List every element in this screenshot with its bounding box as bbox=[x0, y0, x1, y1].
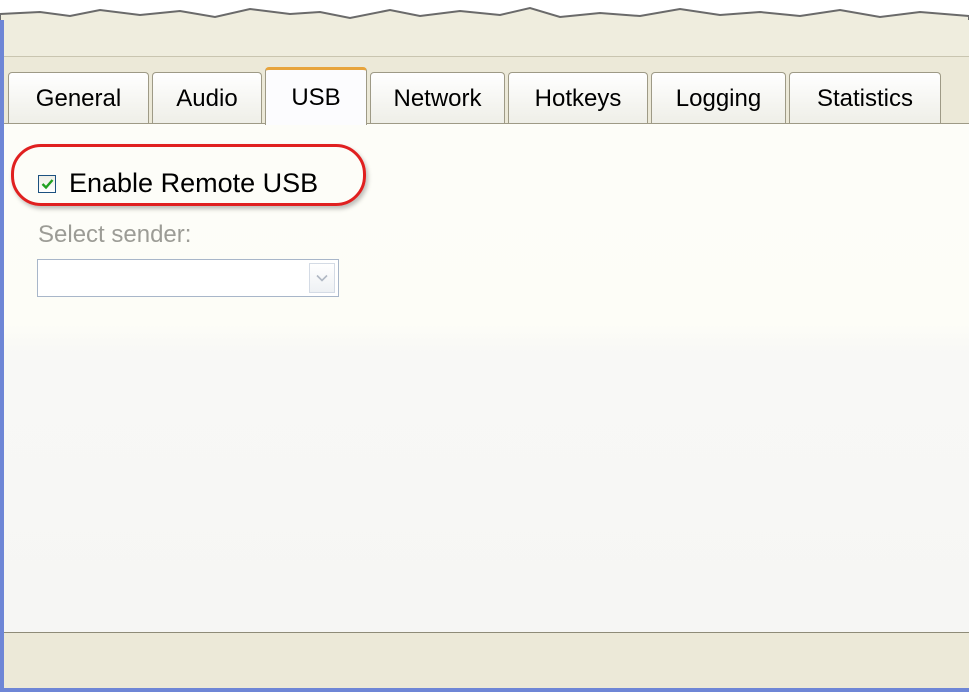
tab-general[interactable]: General bbox=[8, 72, 149, 124]
chevron-down-icon bbox=[316, 274, 328, 282]
sender-select[interactable] bbox=[37, 259, 339, 297]
screenshot-stage: General Audio USB Network Hotkeys Loggin… bbox=[0, 0, 969, 698]
check-icon bbox=[41, 178, 53, 189]
enable-remote-usb-row[interactable]: Enable Remote USB bbox=[38, 168, 318, 199]
window-top-strip bbox=[4, 20, 969, 57]
enable-remote-usb-checkbox[interactable] bbox=[38, 174, 56, 193]
sender-select-arrow[interactable] bbox=[309, 263, 335, 293]
settings-window: General Audio USB Network Hotkeys Loggin… bbox=[0, 20, 969, 692]
window-bottom-strip bbox=[4, 634, 969, 688]
enable-remote-usb-label: Enable Remote USB bbox=[69, 168, 319, 198]
tab-audio[interactable]: Audio bbox=[152, 72, 262, 124]
tab-logging[interactable]: Logging bbox=[651, 72, 786, 124]
tab-statistics[interactable]: Statistics bbox=[789, 72, 941, 124]
tab-hotkeys[interactable]: Hotkeys bbox=[508, 72, 648, 124]
tab-network[interactable]: Network bbox=[370, 72, 505, 124]
select-sender-label: Select sender: bbox=[38, 221, 192, 248]
usb-tab-panel: Enable Remote USB Select sender: bbox=[4, 123, 969, 633]
tab-strip: General Audio USB Network Hotkeys Loggin… bbox=[8, 67, 944, 125]
tab-usb[interactable]: USB bbox=[265, 67, 367, 125]
